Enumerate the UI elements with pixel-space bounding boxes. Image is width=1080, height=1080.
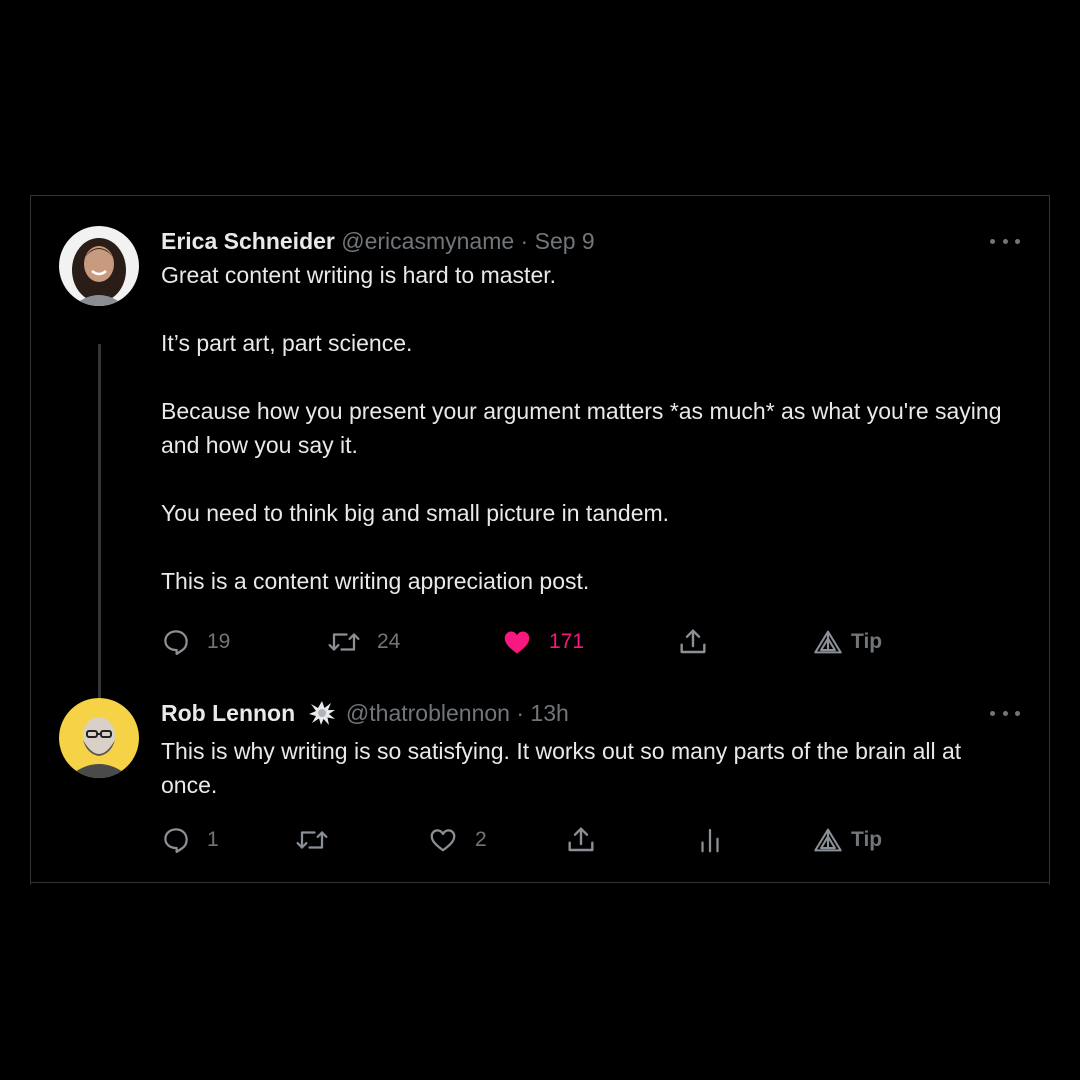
share-button[interactable] bbox=[677, 622, 709, 662]
separator-dot: · bbox=[516, 700, 525, 726]
like-button[interactable]: 171 bbox=[501, 622, 584, 662]
tweet-paragraph: Great content writing is hard to master. bbox=[161, 262, 557, 288]
like-count: 2 bbox=[475, 828, 487, 851]
retweet-button[interactable] bbox=[295, 820, 329, 860]
tweet-paragraph: This is why writing is so satisfying. It… bbox=[161, 738, 962, 798]
starburst-emoji-icon bbox=[308, 700, 335, 725]
retweet-count: 24 bbox=[377, 630, 401, 653]
tweet-actions: 1 2 Tip bbox=[161, 820, 1021, 860]
share-upload-icon bbox=[680, 629, 706, 654]
tip-button[interactable]: Tip bbox=[813, 820, 882, 860]
tip-button[interactable]: Tip bbox=[813, 622, 882, 662]
tweet-timestamp[interactable]: 13h bbox=[530, 700, 568, 726]
tweet-header: Erica Schneider @ericasmyname · Sep 9 bbox=[161, 226, 595, 256]
analytics-bars-icon bbox=[701, 828, 719, 853]
more-options-icon[interactable] bbox=[990, 236, 1020, 246]
author-handle[interactable]: @thatroblennon bbox=[346, 700, 510, 726]
share-button[interactable] bbox=[565, 820, 597, 860]
tweet-paragraph: It’s part art, part science. bbox=[161, 330, 413, 356]
tweet-timestamp[interactable]: Sep 9 bbox=[535, 228, 595, 254]
reply-count: 1 bbox=[207, 828, 219, 851]
like-button[interactable]: 2 bbox=[427, 820, 487, 860]
more-options-icon[interactable] bbox=[990, 708, 1020, 718]
heart-icon bbox=[430, 829, 456, 852]
author-name[interactable]: Rob Lennon bbox=[161, 700, 295, 726]
reply-button[interactable]: 1 bbox=[161, 820, 219, 860]
tweet-actions: 19 24 171 Tip bbox=[161, 622, 1021, 662]
share-upload-icon bbox=[568, 827, 594, 852]
heart-icon bbox=[504, 631, 530, 654]
tip-label: Tip bbox=[851, 828, 883, 851]
reply-count: 19 bbox=[207, 630, 231, 653]
thread-connector-line bbox=[98, 344, 101, 719]
tip-triangle-icon bbox=[814, 630, 842, 654]
tweet-paragraph: You need to think big and small picture … bbox=[161, 500, 670, 526]
tip-label: Tip bbox=[851, 630, 883, 653]
reply-button[interactable]: 19 bbox=[161, 622, 230, 662]
retweet-button[interactable]: 24 bbox=[327, 622, 400, 662]
author-name[interactable]: Erica Schneider bbox=[161, 228, 335, 254]
tweet-paragraph: Because how you present your argument ma… bbox=[161, 398, 1002, 458]
tweet-thread-card: Erica Schneider @ericasmyname · Sep 9 Gr… bbox=[30, 195, 1050, 885]
card-right-border bbox=[1049, 195, 1050, 885]
tweet-text: Great content writing is hard to master.… bbox=[161, 258, 1011, 598]
reply-bubble-icon bbox=[164, 630, 188, 655]
tweet-text: This is why writing is so satisfying. It… bbox=[161, 734, 1011, 802]
reply-bubble-icon bbox=[164, 828, 188, 853]
tip-triangle-icon bbox=[814, 828, 842, 852]
avatar[interactable] bbox=[59, 698, 139, 778]
analytics-button[interactable] bbox=[697, 820, 723, 860]
like-count: 171 bbox=[549, 630, 585, 653]
separator-dot: · bbox=[520, 228, 529, 254]
retweet-arrows-icon bbox=[296, 831, 328, 849]
card-left-border bbox=[30, 195, 31, 885]
tweet-header: Rob Lennon @thatroblennon · 13h bbox=[161, 698, 569, 730]
tweet-paragraph: This is a content writing appreciation p… bbox=[161, 568, 590, 594]
author-handle[interactable]: @ericasmyname bbox=[341, 228, 514, 254]
avatar[interactable] bbox=[59, 226, 139, 306]
retweet-arrows-icon bbox=[328, 633, 360, 651]
